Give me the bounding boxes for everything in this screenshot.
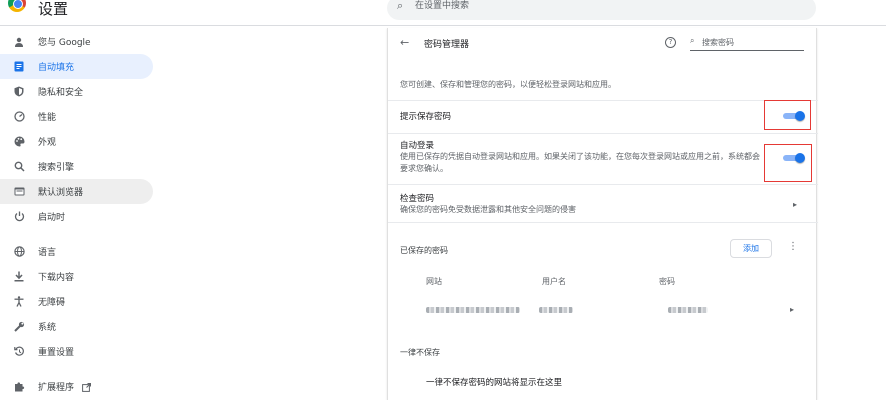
password-search-box[interactable]: ⌕: [690, 34, 804, 51]
sidebar-item-privacy[interactable]: 隐私和安全: [0, 79, 153, 104]
speedometer-icon: [12, 110, 26, 124]
password-manager-card: ← 密码管理器 ? ⌕ 您可创建、保存和管理您的密码，以便轻松登录网站和应用。 …: [387, 28, 818, 400]
wrench-icon: [12, 320, 26, 334]
autofill-icon: [12, 60, 26, 74]
external-link-icon: [82, 377, 92, 396]
sidebar-item-label: 重置设置: [38, 348, 75, 358]
search-icon: ⌕: [397, 0, 404, 12]
column-header-username: 用户名: [542, 277, 566, 286]
check-passwords-label[interactable]: 检查密码: [400, 192, 434, 204]
divider: [388, 133, 818, 134]
settings-search-input[interactable]: [415, 0, 795, 13]
sidebar-item-downloads[interactable]: 下载内容: [0, 264, 153, 289]
auto-signin-label: 自动登录: [400, 141, 435, 151]
blurred-username: [539, 307, 573, 313]
more-vert-icon[interactable]: ⋮: [788, 241, 798, 252]
power-icon: [12, 210, 26, 224]
sidebar-item-label: 隐私和安全: [38, 88, 84, 98]
sidebar-item-label: 外观: [38, 138, 57, 148]
highlight-box: [764, 100, 811, 130]
blurred-site: [426, 307, 520, 313]
sidebar-item-label: 语言: [38, 248, 57, 258]
column-header-password: 密码: [659, 277, 675, 286]
sidebar-item-autofill[interactable]: 自动填充: [0, 54, 153, 79]
card-header: ← 密码管理器 ? ⌕: [388, 28, 818, 58]
help-icon[interactable]: ?: [665, 37, 676, 48]
accessibility-icon: [12, 295, 26, 309]
sidebar-item-label: 搜索引擎: [38, 163, 75, 173]
sidebar-item-extensions[interactable]: 扩展程序: [0, 374, 153, 399]
divider: [388, 222, 818, 223]
sidebar-item-label: 性能: [38, 113, 57, 123]
sidebar-item-label: 扩展程序: [38, 383, 75, 393]
page-title: 设置: [38, 0, 69, 18]
sidebar-item-performance[interactable]: 性能: [0, 104, 153, 129]
sidebar-item-label: 自动填充: [38, 63, 75, 73]
settings-search-box[interactable]: ⌕: [387, 0, 816, 20]
sidebar-item-accessibility[interactable]: 无障碍: [0, 289, 153, 314]
browser-icon: [12, 185, 26, 199]
auto-signin-description-cont: 要求您确认。: [400, 164, 448, 173]
check-passwords-description: 确保您的密码免受数据泄露和其他安全问题的侵害: [400, 205, 576, 214]
never-saved-empty-text: 一律不保存密码的网站将显示在这里: [426, 378, 563, 388]
chrome-logo-icon: [8, 0, 26, 12]
globe-icon: [12, 245, 26, 259]
saved-passwords-label: 已保存的密码: [400, 246, 448, 255]
sidebar-item-label: 系统: [38, 323, 57, 333]
highlight-box: [764, 144, 812, 182]
sidebar-item-label: 您与 Google: [38, 38, 91, 48]
blurred-password: [668, 307, 708, 313]
shield-icon: [12, 85, 26, 99]
sidebar-item-appearance[interactable]: 外观: [0, 129, 153, 154]
sidebar-item-default-browser[interactable]: 默认浏览器: [0, 179, 153, 204]
offer-to-save-label: 提示保存密码: [400, 112, 452, 122]
back-arrow-icon[interactable]: ←: [400, 36, 409, 49]
sidebar-item-on-startup[interactable]: 启动时: [0, 204, 153, 229]
top-bar: 设置 ⌕: [0, 0, 886, 26]
search-icon: [12, 160, 26, 174]
sidebar-item-reset[interactable]: 重置设置: [0, 339, 153, 364]
column-header-site: 网站: [426, 277, 442, 286]
person-icon: [12, 35, 26, 49]
puzzle-icon: [12, 380, 26, 394]
sidebar-item-you-and-google[interactable]: 您与 Google: [0, 29, 153, 54]
auto-signin-description: 使用已保存的凭据自动登录网站和应用。如果关闭了该功能，在您每次登录网站或应用之前…: [400, 152, 760, 161]
chevron-right-icon[interactable]: ▸: [790, 305, 794, 314]
divider: [388, 184, 818, 185]
sidebar-item-label: 无障碍: [38, 298, 66, 308]
never-saved-label: 一律不保存: [400, 348, 440, 357]
sidebar-item-search-engine[interactable]: 搜索引擎: [0, 154, 153, 179]
palette-icon: [12, 135, 26, 149]
sidebar-item-label: 启动时: [38, 213, 66, 223]
divider: [388, 100, 818, 101]
sidebar-item-system[interactable]: 系统: [0, 314, 153, 339]
card-title: 密码管理器: [424, 40, 470, 50]
reset-icon: [12, 345, 26, 359]
sidebar: 您与 Google 自动填充 隐私和安全 性能 外观 搜索引擎 默认浏览器 启动…: [0, 29, 160, 399]
chevron-right-icon[interactable]: ▸: [793, 200, 797, 209]
download-icon: [12, 270, 26, 284]
search-icon: ⌕: [690, 36, 695, 45]
add-password-button[interactable]: 添加: [730, 239, 772, 258]
sidebar-item-label: 下载内容: [38, 273, 75, 283]
sidebar-item-languages[interactable]: 语言: [0, 239, 153, 264]
sidebar-item-label: 默认浏览器: [38, 188, 84, 198]
password-search-input[interactable]: [702, 36, 802, 48]
manager-description: 您可创建、保存和管理您的密码，以便轻松登录网站和应用。: [400, 80, 616, 89]
